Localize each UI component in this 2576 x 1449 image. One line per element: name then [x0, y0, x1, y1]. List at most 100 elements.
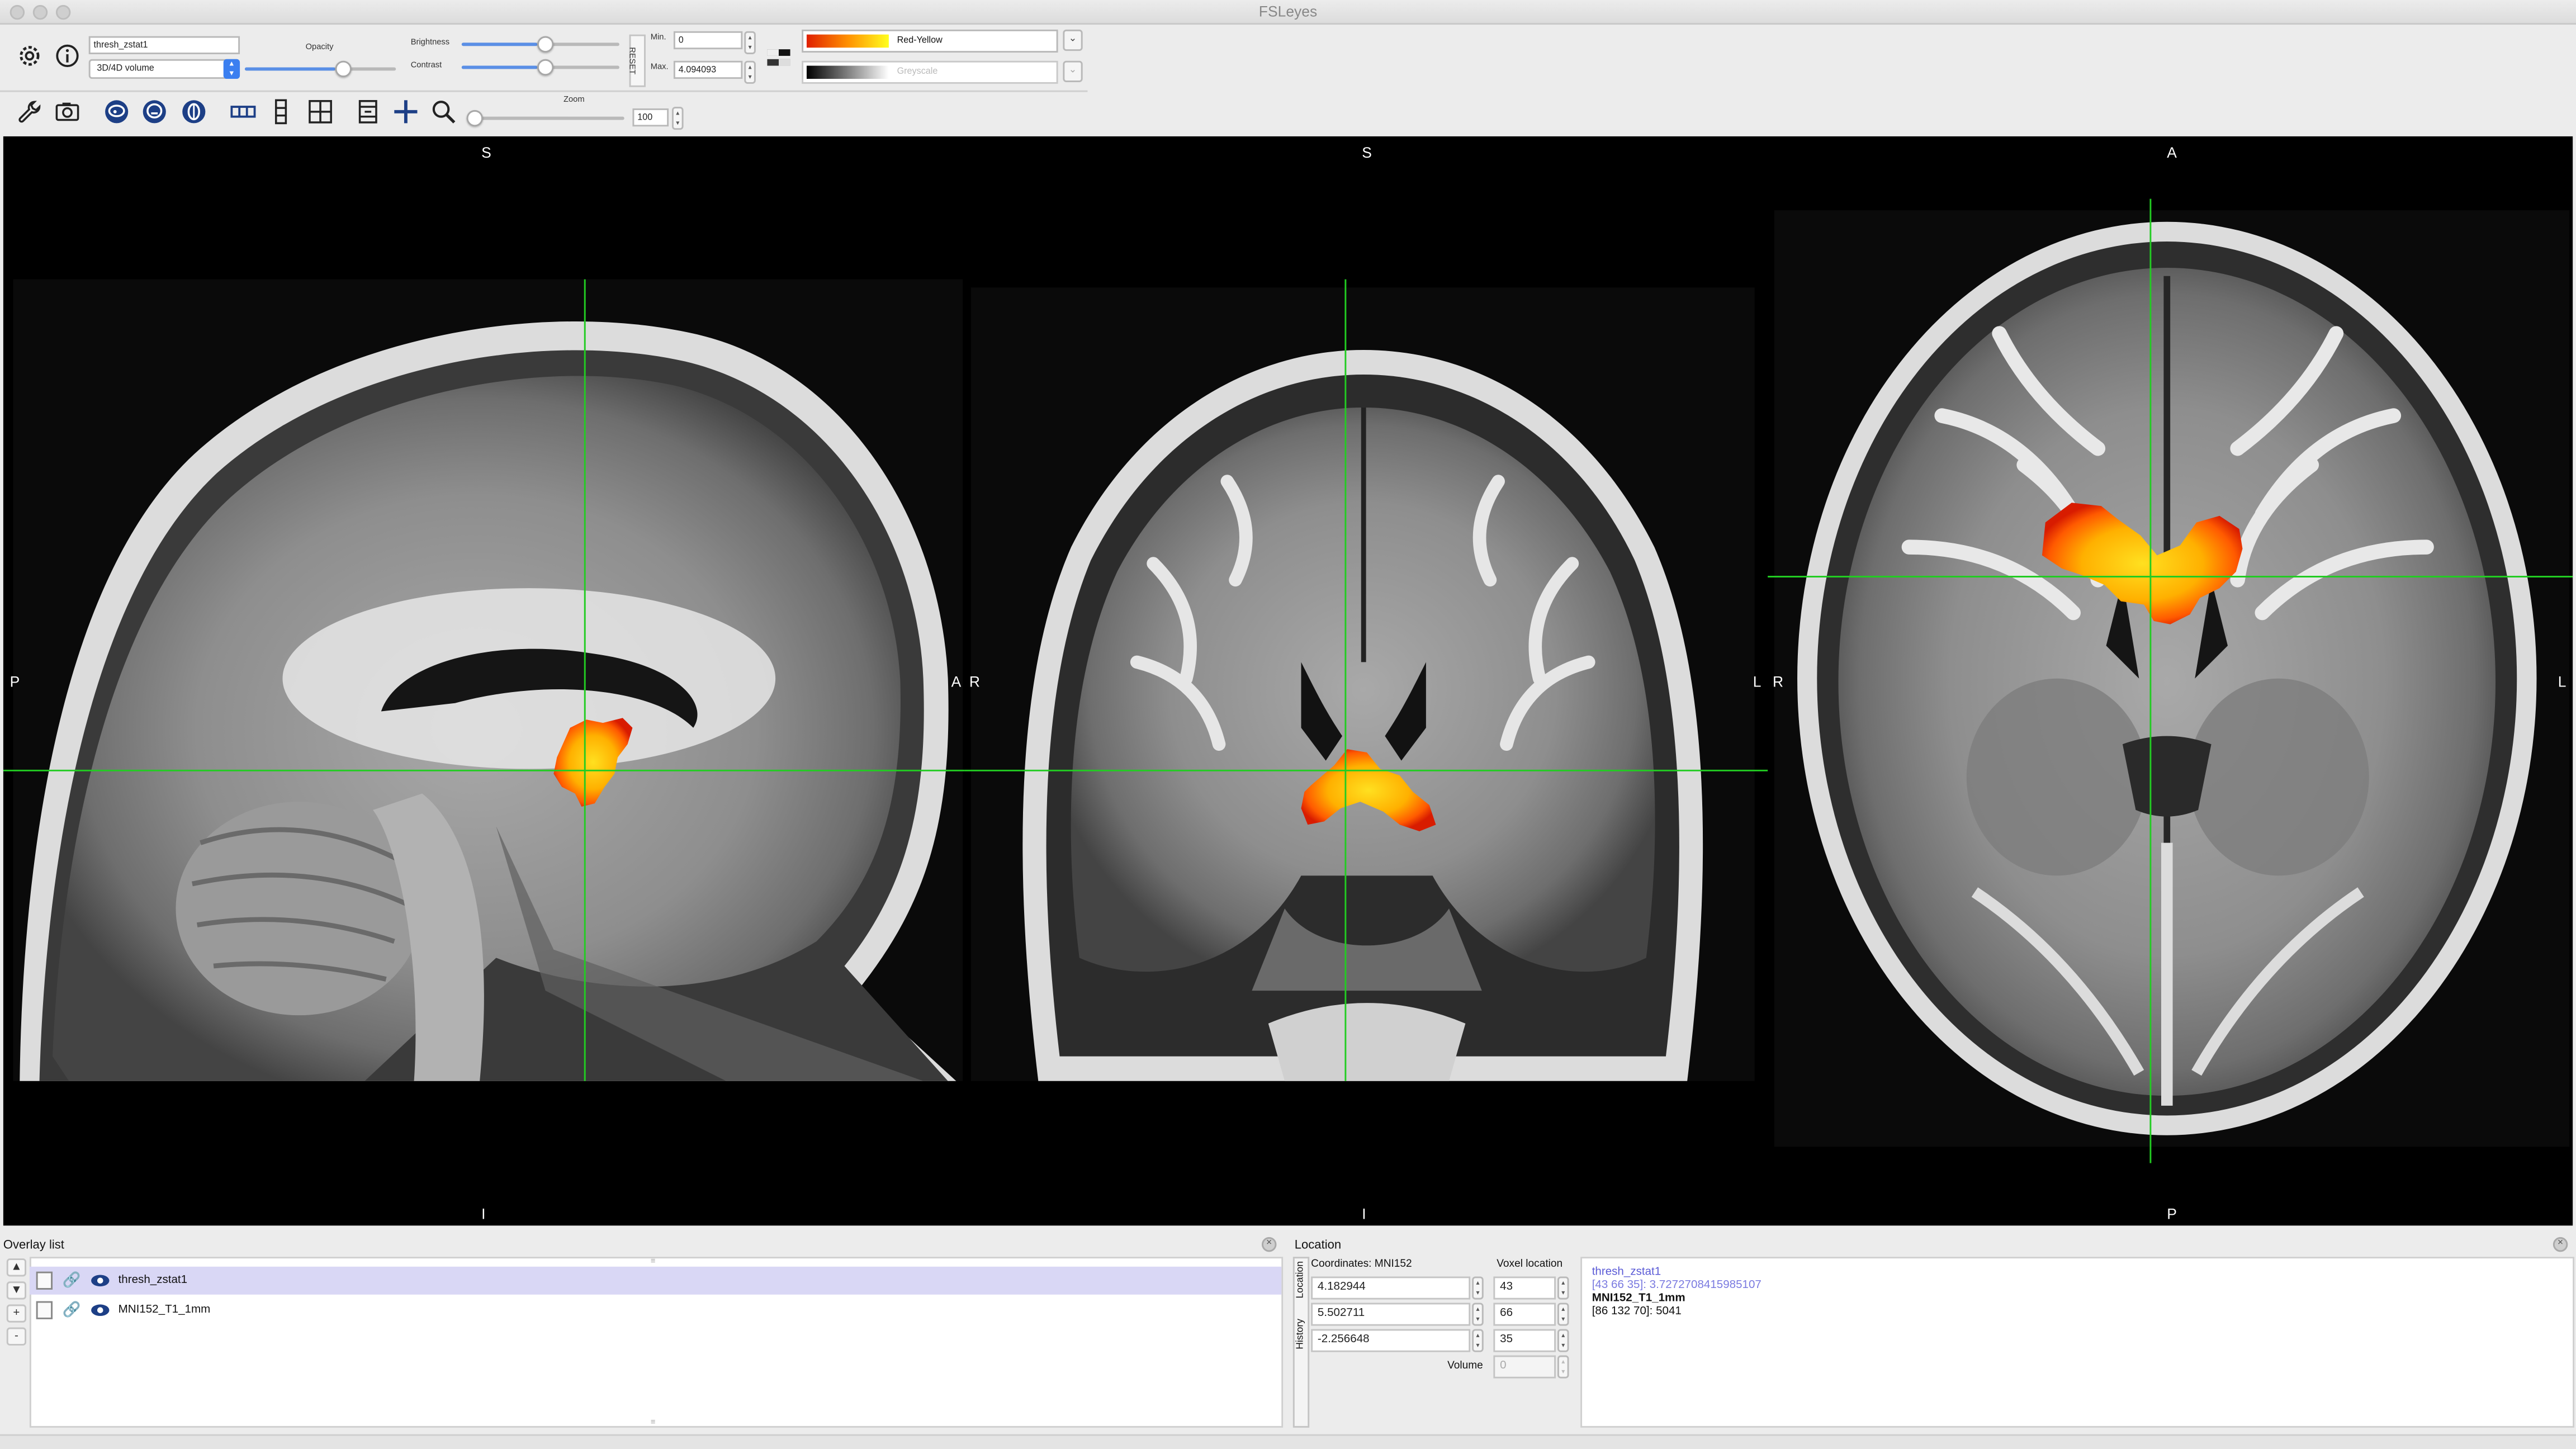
- voxel-x-field[interactable]: 43: [1493, 1276, 1556, 1300]
- visibility-eye-icon[interactable]: [91, 1296, 110, 1336]
- primary-colormap-chevron-icon[interactable]: ⌄: [1063, 29, 1083, 51]
- opacity-slider[interactable]: [244, 60, 402, 78]
- primary-colormap-select[interactable]: Red-Yellow: [802, 29, 1058, 53]
- max-spinner[interactable]: ▴ ▾: [744, 60, 756, 84]
- location-title: Location: [1291, 1234, 2576, 1256]
- close-location-icon[interactable]: ×: [2553, 1237, 2568, 1252]
- sagittal-bottom-label: I: [481, 1206, 485, 1223]
- ortho-toolbar: Zoom 100 ▴ ▾: [0, 94, 1087, 135]
- min-label: Min.: [650, 32, 666, 43]
- zoom-slider[interactable]: [466, 110, 631, 127]
- sagittal-view[interactable]: S I P A: [3, 144, 965, 1223]
- min-field[interactable]: 0: [673, 31, 743, 50]
- move-up-button[interactable]: ▲: [6, 1258, 27, 1277]
- coronal-left-label: R: [969, 673, 980, 690]
- tab-history[interactable]: History: [1296, 1309, 1306, 1358]
- overlay-row[interactable]: 🔗 thresh_zstat1: [29, 1266, 1282, 1295]
- zoom-field[interactable]: 100: [632, 108, 669, 127]
- info-overlay2-value: [86 132 70]: 5041: [1592, 1306, 1682, 1318]
- voxel-z-spinner[interactable]: ▴ ▾: [1557, 1329, 1569, 1352]
- title-bar: FSLeyes: [0, 0, 2576, 25]
- coordinates-label: Coordinates: MNI152: [1311, 1258, 1412, 1270]
- brightness-slider[interactable]: [461, 36, 626, 53]
- overlay-type-select[interactable]: 3D/4D volume: [88, 59, 240, 79]
- movie-mode-icon[interactable]: [353, 97, 383, 126]
- min-spinner[interactable]: ▴ ▾: [744, 31, 756, 54]
- close-overlay-list-icon[interactable]: ×: [1261, 1237, 1277, 1252]
- secondary-colormap-chevron-icon[interactable]: ⌄: [1063, 60, 1083, 82]
- vertical-layout-icon[interactable]: [266, 97, 296, 126]
- save-overlay-icon[interactable]: [36, 1271, 53, 1290]
- zoom-spinner[interactable]: ▴ ▾: [671, 107, 684, 130]
- brightness-label: Brightness: [410, 37, 450, 48]
- link-icon[interactable]: 🔗: [63, 1296, 81, 1324]
- primary-colormap-value: Red-Yellow: [897, 36, 943, 46]
- secondary-colormap-select[interactable]: Greyscale: [802, 60, 1058, 84]
- volume-field[interactable]: 0: [1493, 1355, 1556, 1379]
- window-title: FSLeyes: [1258, 3, 1318, 20]
- max-label: Max.: [650, 62, 669, 73]
- axial-left-label: R: [1773, 673, 1783, 690]
- ortho-canvas[interactable]: S I P A S I R L A P R L: [3, 136, 2573, 1226]
- location-info-box: thresh_zstat1 [43 66 35]: 3.727270841598…: [1580, 1257, 2575, 1428]
- link-icon[interactable]: 🔗: [63, 1267, 81, 1295]
- sagittal-left-label: P: [10, 673, 20, 690]
- info-overlay1-name: thresh_zstat1: [1592, 1266, 1661, 1278]
- horizontal-layout-icon[interactable]: [228, 97, 258, 126]
- overlay-name-field[interactable]: thresh_zstat1: [88, 36, 240, 54]
- move-down-button[interactable]: ▼: [6, 1281, 27, 1300]
- opacity-label: Opacity: [305, 42, 334, 53]
- voxel-location-label: Voxel location: [1497, 1258, 1563, 1270]
- contrast-slider[interactable]: [461, 59, 626, 76]
- coord-y-field[interactable]: 5.502711: [1311, 1303, 1471, 1326]
- coord-x-spinner[interactable]: ▴ ▾: [1472, 1276, 1484, 1300]
- opacity-slider-knob[interactable]: [335, 60, 352, 78]
- camera-icon[interactable]: [53, 97, 82, 126]
- coord-z-field[interactable]: -2.256648: [1311, 1329, 1471, 1352]
- contrast-slider-knob[interactable]: [537, 59, 554, 76]
- sagittal-top-label: S: [481, 144, 491, 161]
- chevron-updown-icon[interactable]: ▴ ▾: [223, 59, 240, 79]
- volume-label: Volume: [1447, 1360, 1483, 1372]
- info-icon[interactable]: [53, 41, 82, 70]
- crosshair-icon[interactable]: [391, 97, 420, 126]
- coronal-top-label: S: [1362, 144, 1372, 161]
- coronal-view[interactable]: S I R L: [964, 144, 1768, 1223]
- reset-button[interactable]: RESET: [626, 34, 646, 87]
- overlay-row[interactable]: 🔗 MNI152_T1_1mm: [30, 1296, 1281, 1324]
- coronal-right-label: L: [1753, 673, 1761, 690]
- save-overlay-icon[interactable]: [36, 1301, 53, 1319]
- overlay-name: MNI152_T1_1mm: [118, 1304, 211, 1316]
- zoom-slider-knob[interactable]: [466, 110, 484, 127]
- voxel-y-field[interactable]: 66: [1493, 1303, 1556, 1326]
- voxel-y-spinner[interactable]: ▴ ▾: [1557, 1303, 1569, 1326]
- brain-views[interactable]: S I P A S I R L A P R L: [3, 136, 2573, 1225]
- max-field[interactable]: 4.094093: [673, 60, 743, 79]
- axial-view[interactable]: A P R L: [1768, 144, 2573, 1223]
- remove-overlay-button[interactable]: -: [6, 1327, 27, 1346]
- coronal-view-icon[interactable]: [140, 97, 169, 126]
- invert-colormap-icon[interactable]: [764, 42, 794, 72]
- coord-x-field[interactable]: 4.182944: [1311, 1276, 1471, 1300]
- coord-z-spinner[interactable]: ▴ ▾: [1472, 1329, 1484, 1352]
- coord-y-spinner[interactable]: ▴ ▾: [1472, 1303, 1484, 1326]
- info-overlay2-name: MNI152_T1_1mm: [1592, 1292, 1685, 1305]
- reset-label: RESET: [626, 47, 637, 75]
- location-panel: Location × Location History Coordinates:…: [1291, 1234, 2576, 1431]
- gear-icon[interactable]: [15, 41, 44, 70]
- overlay-list-grip-top-icon: ≡: [650, 1257, 656, 1267]
- secondary-colormap-value: Greyscale: [897, 67, 938, 78]
- axial-view-icon[interactable]: [179, 97, 209, 126]
- voxel-z-field[interactable]: 35: [1493, 1329, 1556, 1352]
- tab-location[interactable]: Location: [1296, 1255, 1306, 1304]
- add-overlay-button[interactable]: +: [6, 1304, 27, 1323]
- brightness-slider-knob[interactable]: [537, 36, 554, 53]
- volume-spinner[interactable]: ▴ ▾: [1557, 1355, 1569, 1379]
- axial-right-label: L: [2558, 673, 2566, 690]
- wrench-icon[interactable]: [15, 97, 44, 126]
- overlay-display-toolbar: thresh_zstat1 3D/4D volume ▴ ▾ Opacity Br…: [0, 26, 1088, 92]
- voxel-x-spinner[interactable]: ▴ ▾: [1557, 1276, 1569, 1300]
- sagittal-view-icon[interactable]: [102, 97, 131, 126]
- zoom-icon[interactable]: [429, 97, 458, 126]
- grid-layout-icon[interactable]: [306, 97, 335, 126]
